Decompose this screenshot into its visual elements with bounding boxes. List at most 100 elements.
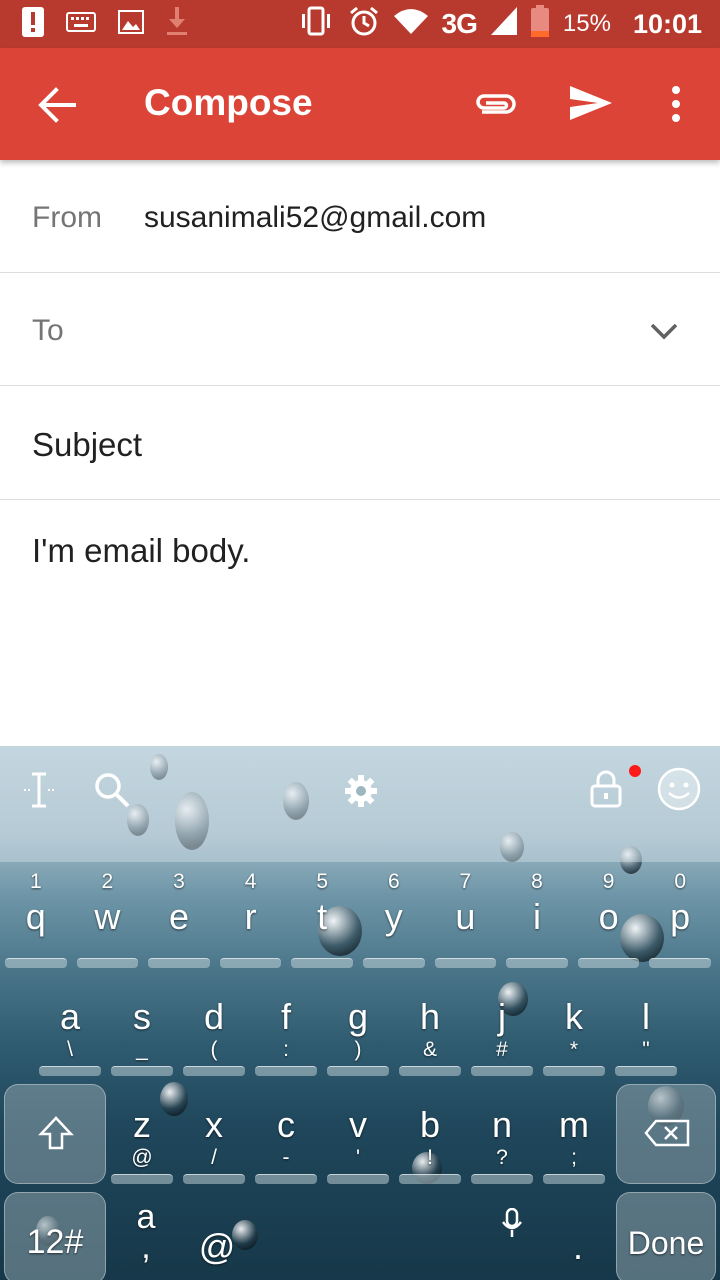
- key-label: a: [59, 996, 81, 1037]
- key-secondary-label: :: [283, 1038, 289, 1061]
- text-cursor-icon[interactable]: [22, 772, 56, 813]
- key-label: n: [491, 1104, 513, 1145]
- emoji-icon[interactable]: [656, 766, 702, 817]
- key-w[interactable]: 2w: [74, 862, 142, 974]
- email-body[interactable]: I'm email body.: [32, 532, 250, 570]
- key-secondary-label: ;: [571, 1146, 577, 1169]
- key-secondary-label: 8: [531, 870, 543, 893]
- key-underline: [111, 1066, 173, 1076]
- key-y[interactable]: 6y: [360, 862, 428, 974]
- key-underline: [219, 958, 282, 968]
- backspace-key[interactable]: [616, 1084, 716, 1184]
- key-underline: [471, 1174, 533, 1184]
- period-key[interactable]: .: [552, 1192, 604, 1280]
- spacebar[interactable]: [256, 1192, 546, 1280]
- key-a[interactable]: a \: [36, 974, 104, 1082]
- key-label: u: [455, 896, 476, 937]
- to-label: To: [32, 314, 64, 347]
- key-v[interactable]: v ': [324, 1082, 392, 1190]
- settings-gear-icon[interactable]: [342, 772, 380, 815]
- key-k[interactable]: k *: [540, 974, 608, 1082]
- key-label: m: [559, 1104, 589, 1145]
- key-underline: [255, 1066, 317, 1076]
- key-underline: [111, 1174, 173, 1184]
- symbols-key-label: 12#: [26, 1223, 84, 1261]
- key-p[interactable]: 0p: [646, 862, 714, 974]
- key-secondary-label: 5: [316, 870, 329, 893]
- key-label: w: [94, 896, 121, 937]
- key-t[interactable]: 5t: [288, 862, 356, 974]
- key-label: z: [133, 1104, 151, 1145]
- key-label: y: [384, 896, 403, 937]
- shift-key[interactable]: [4, 1084, 106, 1184]
- key-d[interactable]: d(: [180, 974, 248, 1082]
- symbols-key[interactable]: 12#: [4, 1192, 106, 1280]
- at-key[interactable]: @: [184, 1192, 250, 1280]
- key-label: v: [349, 1104, 367, 1145]
- key-underline: [183, 1174, 245, 1184]
- subject-field[interactable]: Subject: [0, 386, 720, 500]
- key-secondary-label: 3: [173, 870, 185, 893]
- back-arrow-icon[interactable]: [34, 82, 80, 128]
- key-o[interactable]: 9o: [575, 862, 643, 974]
- key-secondary-label: *: [569, 1038, 579, 1061]
- app-bar: Compose: [0, 48, 720, 160]
- key-underline: [5, 958, 67, 968]
- key-underline: [543, 1066, 605, 1076]
- attach-icon[interactable]: [470, 82, 520, 128]
- done-key-label: Done: [627, 1225, 705, 1261]
- key-underline: [148, 958, 210, 968]
- key-underline: [327, 1066, 389, 1076]
- from-row[interactable]: From susanimali52@gmail.com: [0, 160, 720, 273]
- key-label: o: [598, 896, 619, 937]
- key-q[interactable]: 1q: [2, 862, 70, 974]
- key-underline: [399, 1066, 461, 1076]
- key-label: s: [133, 996, 151, 1037]
- key-secondary-label: 1: [29, 870, 42, 893]
- key-label: b: [419, 1104, 441, 1145]
- key-secondary-label: ': [355, 1146, 360, 1169]
- key-r[interactable]: 4r: [217, 862, 285, 974]
- comma-key[interactable]: a ,: [112, 1192, 180, 1280]
- microphone-icon: [502, 1207, 522, 1243]
- key-l[interactable]: l ": [612, 974, 680, 1082]
- key-n[interactable]: n?: [468, 1082, 536, 1190]
- key-s[interactable]: s _: [108, 974, 176, 1082]
- key-f[interactable]: f:: [252, 974, 320, 1082]
- key-c[interactable]: c-: [252, 1082, 320, 1190]
- keyboard: 1q2w3e4r5t6y7u8i9o0p a \ s _ d(f: g) h & j # k * l " …: [0, 746, 720, 1280]
- send-icon[interactable]: [566, 80, 616, 126]
- vibrate-icon: [298, 6, 334, 43]
- network-type: 3G: [441, 8, 478, 39]
- key-underline: [543, 1174, 605, 1184]
- warning-icon: [22, 6, 44, 42]
- key-underline: [471, 1066, 533, 1076]
- to-row[interactable]: To: [0, 273, 720, 386]
- from-address[interactable]: susanimali52@gmail.com: [144, 201, 486, 235]
- key-x[interactable]: x /: [180, 1082, 248, 1190]
- key-underline: [506, 958, 568, 968]
- subject-placeholder: Subject: [32, 426, 143, 463]
- more-vert-icon[interactable]: [660, 80, 692, 128]
- key-underline: [434, 958, 497, 968]
- key-secondary-label: ?: [496, 1146, 508, 1169]
- chevron-down-icon[interactable]: [648, 315, 680, 347]
- key-secondary-label: @: [131, 1146, 153, 1169]
- lock-icon[interactable]: [590, 770, 622, 813]
- key-h[interactable]: h &: [396, 974, 464, 1082]
- key-secondary-label: (: [210, 1038, 218, 1061]
- key-j[interactable]: j #: [468, 974, 536, 1082]
- key-row-1: 1q2w3e4r5t6y7u8i9o0p: [0, 862, 720, 974]
- done-key[interactable]: Done: [616, 1192, 716, 1280]
- key-e[interactable]: 3e: [145, 862, 213, 974]
- key-b[interactable]: b!: [396, 1082, 464, 1190]
- key-m[interactable]: m;: [540, 1082, 608, 1190]
- key-underline: [577, 958, 640, 968]
- key-g[interactable]: g): [324, 974, 392, 1082]
- key-i[interactable]: 8i: [503, 862, 571, 974]
- key-z[interactable]: z @: [108, 1082, 176, 1190]
- key-underline: [649, 958, 711, 968]
- search-icon[interactable]: [94, 772, 130, 813]
- key-secondary-label: !: [427, 1146, 433, 1169]
- key-u[interactable]: 7u: [432, 862, 500, 974]
